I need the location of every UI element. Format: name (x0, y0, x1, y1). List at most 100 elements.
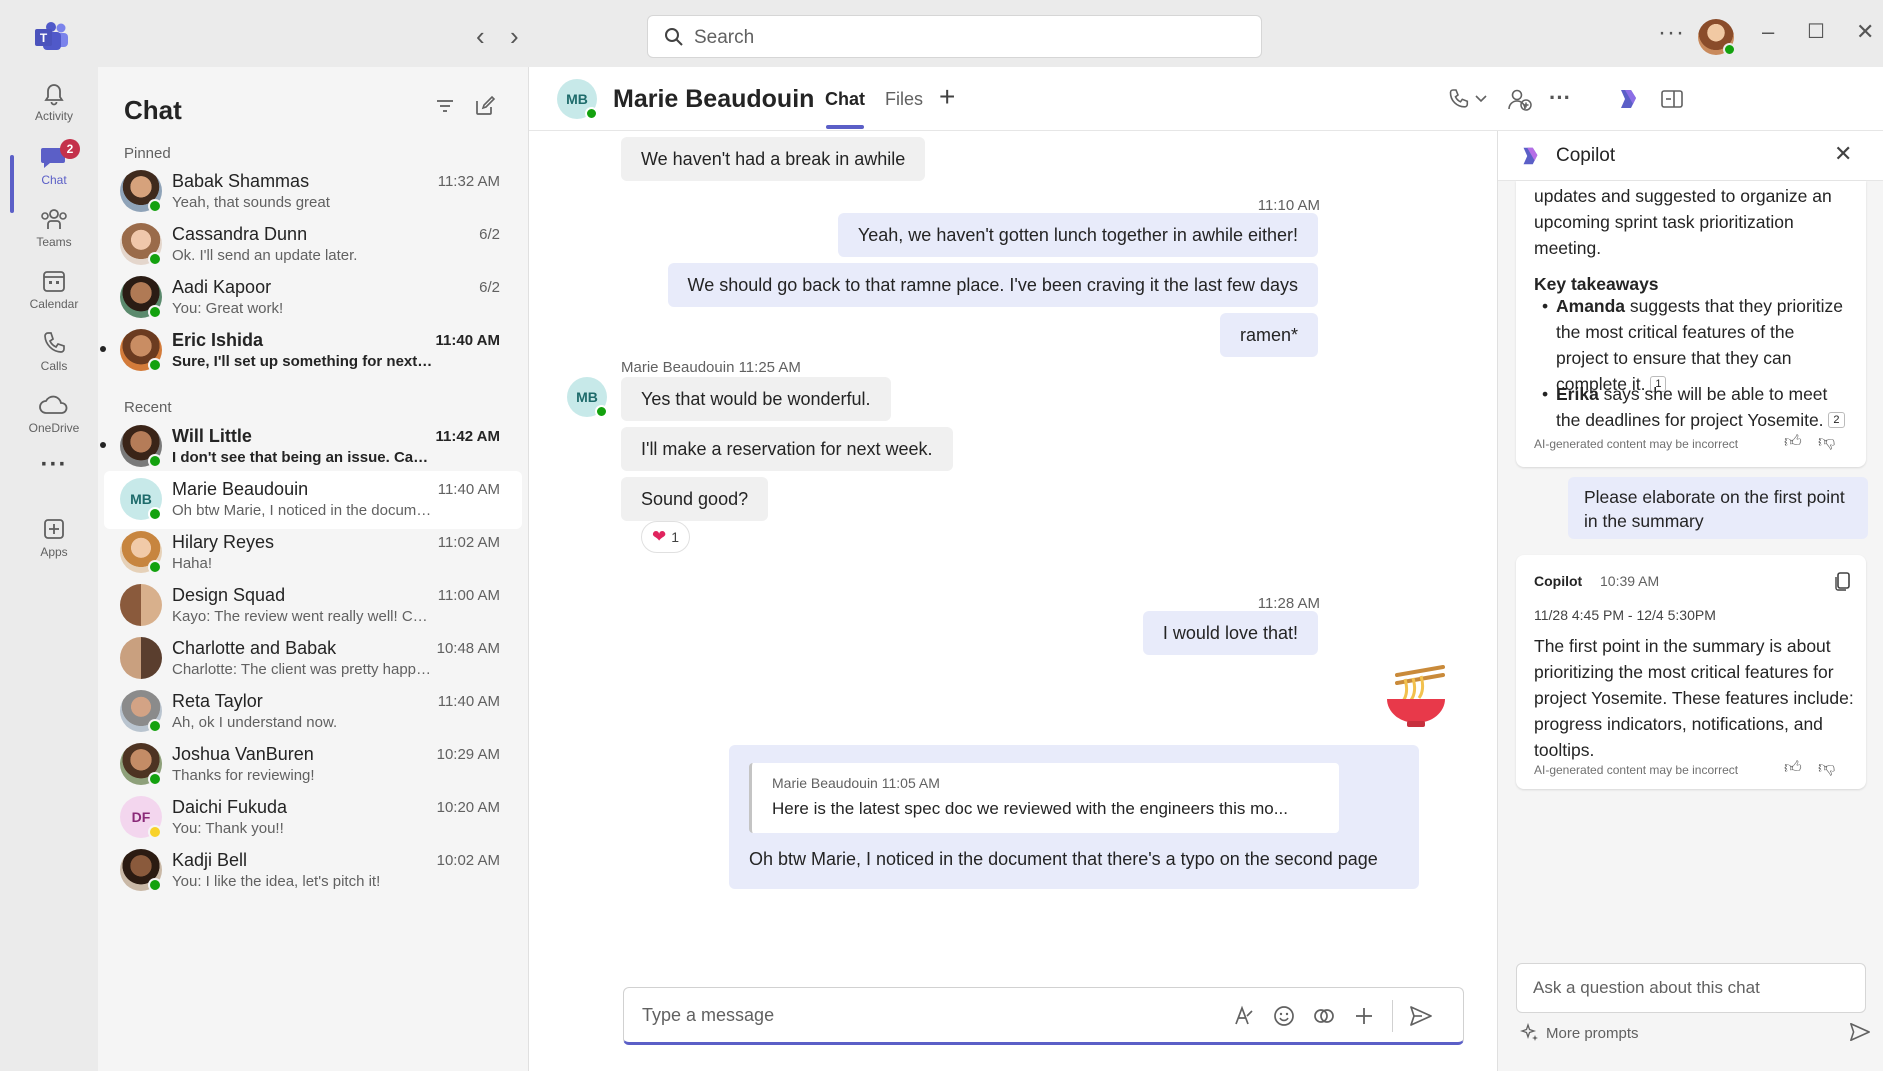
close-window-icon[interactable]: ✕ (1856, 19, 1874, 45)
chat-item-design-squad[interactable]: Design Squad 11:00 AM Kayo: The review w… (104, 577, 522, 635)
reply-line: tooltips. (1534, 740, 1595, 760)
thumbs-down-icon[interactable]: 👎︎ (1818, 757, 1835, 778)
close-copilot-icon[interactable]: ✕ (1834, 141, 1852, 167)
call-icon[interactable] (1447, 87, 1473, 111)
message-composer[interactable]: Type a message (623, 987, 1464, 1045)
more-options-icon[interactable]: ··· (1549, 85, 1571, 111)
unread-dot (100, 346, 106, 352)
quoted-message-text: Here is the latest spec doc we reviewed … (772, 799, 1288, 818)
send-icon[interactable] (1408, 1004, 1434, 1028)
people-icon[interactable] (1506, 87, 1534, 113)
chat-item-reta-taylor[interactable]: Reta Taylor 11:40 AM Ah, ok I understand… (104, 683, 522, 741)
tab-files[interactable]: Files (885, 89, 923, 110)
summary-line: upcoming sprint task prioritization (1534, 212, 1794, 232)
message-received: I'll make a reservation for next week. (621, 427, 953, 471)
chat-item-time: 10:48 AM (436, 640, 500, 657)
chevron-down-icon[interactable] (1475, 95, 1487, 103)
chat-item-kadji-bell[interactable]: Kadji Bell 10:02 AM You: I like the idea… (104, 842, 522, 900)
chat-item-cassandra-dunn[interactable]: Cassandra Dunn 6/2 Ok. I'll send an upda… (104, 216, 522, 274)
citation-badge[interactable]: 2 (1828, 412, 1845, 428)
chat-item-babak-shammas[interactable]: Babak Shammas 11:32 AM Yeah, that sounds… (104, 163, 522, 221)
chat-item-time: 11:32 AM (437, 173, 500, 190)
chat-item-hilary-reyes[interactable]: Hilary Reyes 11:02 AM Haha! (104, 524, 522, 582)
conversation-header-actions: ··· (1497, 67, 1883, 131)
emoji-icon[interactable] (1272, 1004, 1296, 1028)
unread-badge: 2 (60, 139, 80, 159)
thumbs-down-icon[interactable]: 👎︎ (1818, 431, 1835, 452)
chat-item-preview: You: Thank you!! (172, 820, 284, 837)
reply-sender: Copilot (1534, 573, 1583, 589)
reaction-pill[interactable]: ❤ 1 (641, 521, 691, 553)
tab-chat[interactable]: Chat (825, 89, 865, 110)
presence-available-icon (148, 454, 162, 468)
more-prompts-button[interactable]: More prompts (1546, 1025, 1639, 1042)
takeaway-person: Erika (1556, 384, 1599, 404)
copilot-ask-input[interactable]: Ask a question about this chat (1516, 963, 1866, 1013)
rail-item-apps[interactable]: Apps (10, 509, 98, 575)
unread-dot (100, 442, 106, 448)
search-box[interactable]: Search (647, 15, 1262, 58)
rail-item-calls[interactable]: Calls (10, 323, 98, 389)
chat-item-charlotte-and-babak[interactable]: Charlotte and Babak 10:48 AM Charlotte: … (104, 630, 522, 688)
rail-item-teams[interactable]: Teams (10, 199, 98, 265)
loop-icon[interactable] (1312, 1004, 1336, 1028)
chat-item-name: Aadi Kapoor (172, 277, 272, 297)
copilot-icon[interactable] (1615, 86, 1641, 112)
bullet-dot: • (1542, 296, 1549, 316)
chat-item-name: Charlotte and Babak (172, 638, 337, 658)
reaction-count: 1 (671, 529, 680, 545)
chat-item-preview: Kayo: The review went really well! Can't… (172, 608, 434, 625)
format-icon[interactable] (1232, 1004, 1256, 1028)
chat-item-time: 11:42 AM (435, 428, 500, 445)
rail-item-chat[interactable]: Chat 2 (10, 137, 98, 203)
rail-item-activity[interactable]: Activity (10, 73, 98, 139)
presence-available-icon (148, 252, 162, 266)
chat-item-joshua-vanburen[interactable]: Joshua VanBuren 10:29 AM Thanks for revi… (104, 736, 522, 794)
thumbs-up-icon[interactable]: 👍︎ (1784, 757, 1802, 778)
copy-icon[interactable] (1834, 571, 1852, 591)
copilot-summary-card: updates and suggested to organize an upc… (1516, 181, 1866, 467)
send-prompt-icon[interactable] (1848, 1021, 1872, 1043)
settings-more-icon[interactable]: ··· (1658, 19, 1685, 47)
chat-list-title: Chat (124, 95, 182, 125)
chat-item-will-little[interactable]: Will Little 11:42 AM I don't see that be… (100, 418, 522, 476)
back-arrow-icon[interactable]: ‹ (476, 23, 485, 49)
calendar-icon (43, 271, 65, 292)
chat-item-daichi-fukuda[interactable]: DF Daichi Fukuda 10:20 AM You: Thank you… (104, 789, 522, 847)
rail-item-calendar[interactable]: Calendar (10, 261, 98, 327)
message-sent-text: Oh btw Marie, I noticed in the document … (749, 849, 1378, 869)
new-chat-icon[interactable] (474, 95, 496, 117)
chat-item-preview: Sure, I'll set up something for next wee… (172, 353, 434, 370)
chat-item-name: Hilary Reyes (172, 532, 275, 552)
chat-item-eric-ishida[interactable]: Eric Ishida 11:40 AM Sure, I'll set up s… (100, 322, 522, 380)
rail-item-onedrive[interactable]: OneDrive (10, 385, 98, 451)
message-received: Yes that would be wonderful. (621, 377, 891, 421)
maximize-icon[interactable]: ☐ (1807, 19, 1825, 44)
quoted-message[interactable]: Marie Beaudouin 11:05 AM Here is the lat… (749, 763, 1339, 833)
message-sent-with-quote: Marie Beaudouin 11:05 AM Here is the lat… (729, 745, 1419, 889)
minimize-icon[interactable]: – (1762, 19, 1774, 45)
message-sent: I would love that! (1142, 611, 1318, 655)
rail-item-more[interactable]: ··· (10, 451, 98, 517)
thumbs-up-icon[interactable]: 👍︎ (1784, 431, 1802, 452)
chat-item-name: Marie Beaudouin (172, 479, 309, 499)
filter-icon[interactable] (434, 95, 456, 117)
chat-item-aadi-kapoor[interactable]: Aadi Kapoor 6/2 You: Great work! (104, 269, 522, 327)
add-attachment-icon[interactable] (1352, 1004, 1376, 1028)
add-tab-icon[interactable]: + (939, 81, 955, 113)
pop-out-icon[interactable] (1659, 87, 1685, 111)
reply-body: The first point in the summary is about … (1534, 633, 1854, 763)
chat-item-time: 11:00 AM (437, 587, 500, 604)
presence-available-icon (148, 560, 162, 574)
summary-line: updates and suggested to organize an (1534, 186, 1832, 206)
reply-line: The first point in the summary is about (1534, 636, 1831, 656)
chat-item-preview: Charlotte: The client was pretty happy w… (172, 661, 434, 678)
takeaway-text: says she will be able to meet (1598, 384, 1828, 404)
rail-label: Calls (40, 359, 68, 373)
chat-item-time: 10:20 AM (436, 799, 500, 816)
chat-item-time: 11:02 AM (437, 534, 500, 551)
chat-item-marie-beaudouin[interactable]: MB Marie Beaudouin 11:40 AM Oh btw Marie… (104, 471, 522, 529)
presence-available-icon (148, 305, 162, 319)
forward-arrow-icon[interactable]: › (510, 23, 519, 49)
message-sender-meta: Marie Beaudouin 11:25 AM (621, 359, 801, 376)
